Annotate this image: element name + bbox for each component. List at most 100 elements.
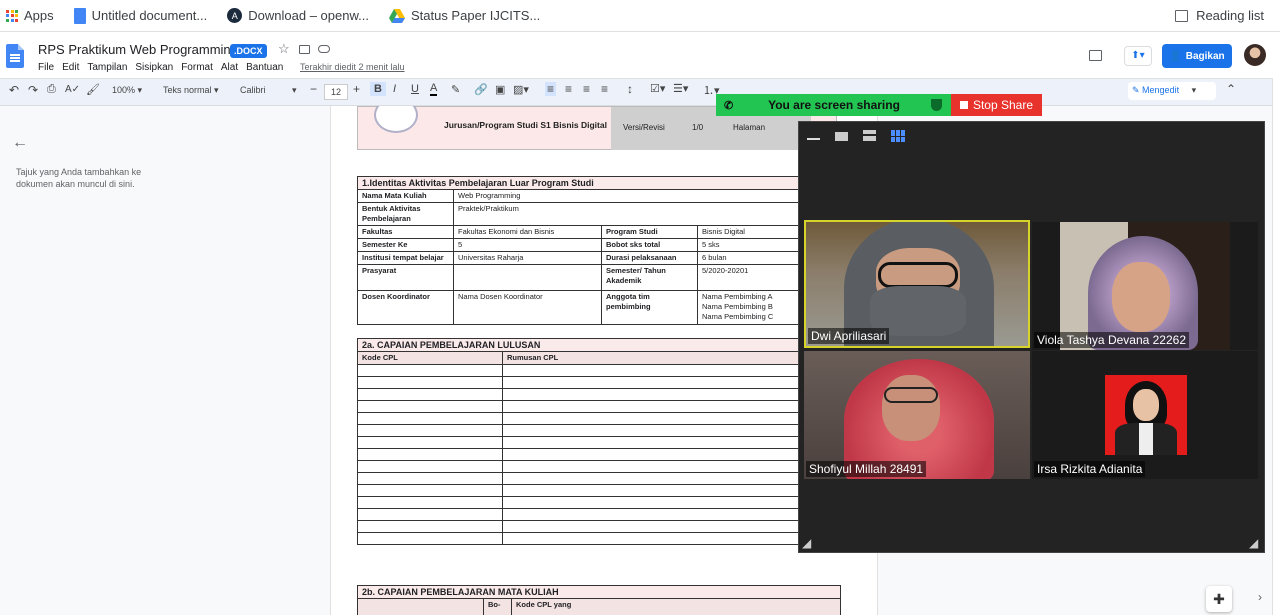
row-key: Prasyarat: [357, 264, 454, 291]
table-row: Prasyarat Semester/ Tahun Akademik 5/2020-…: [357, 264, 807, 291]
underline-icon[interactable]: U: [411, 83, 419, 95]
row-key-2: Durasi pelaksanaan: [601, 251, 698, 265]
strip-view-icon[interactable]: [863, 130, 876, 141]
document-page[interactable]: Jurusan/Program Studi S1 Bisnis Digital …: [330, 106, 878, 615]
checklist-icon[interactable]: ☑▾: [650, 82, 665, 95]
back-arrow-icon[interactable]: ←: [12, 134, 28, 152]
gallery-view-icon[interactable]: [891, 130, 905, 142]
participant-tile[interactable]: Irsa Rizkita Adianita: [1032, 351, 1258, 479]
font-select[interactable]: Calibri ▾: [240, 85, 300, 95]
menu-view[interactable]: Tampilan: [87, 62, 127, 73]
apps-grid-icon: [6, 9, 18, 22]
version-value: 1/0: [692, 123, 704, 132]
zoom-select[interactable]: 100% ▾: [112, 85, 142, 96]
row-value-2: 6 bulan: [697, 251, 807, 265]
text-color-icon[interactable]: A: [430, 82, 438, 96]
comment-history-icon[interactable]: [1089, 50, 1102, 61]
font-value: Calibri: [240, 85, 266, 95]
present-button[interactable]: ⬆▾: [1124, 46, 1152, 66]
redo-icon[interactable]: ↷: [28, 83, 38, 97]
cloud-status-icon[interactable]: [318, 45, 330, 53]
reading-list-button[interactable]: Reading list: [1175, 8, 1264, 23]
table-row: Semester Ke 5 Bobot sks total 5 sks: [357, 238, 807, 252]
bullet-list-icon[interactable]: ☰▾: [673, 82, 688, 95]
align-left-icon[interactable]: ≡: [545, 82, 557, 96]
increase-font-size-icon[interactable]: +: [353, 82, 360, 96]
drive-icon: [388, 8, 405, 23]
participant-tile[interactable]: Viola Tashya Devana 22262: [1032, 222, 1258, 350]
scroll-right-icon[interactable]: ›: [1258, 590, 1262, 604]
section1-title: 1.Identitas Aktivitas Pembelajaran Luar …: [357, 176, 807, 190]
bold-icon[interactable]: B: [370, 82, 386, 96]
row-value: Nama Dosen Koordinator: [453, 290, 602, 325]
spellcheck-icon[interactable]: A✓: [65, 84, 80, 95]
italic-icon[interactable]: I: [393, 83, 396, 95]
bookmarks-bar: Apps Untitled document... A Download – o…: [0, 0, 1280, 32]
highlight-icon[interactable]: ✎: [451, 83, 460, 96]
document-title[interactable]: RPS Praktikum Web Programming: [38, 42, 238, 57]
paint-format-icon[interactable]: 🖌: [86, 83, 100, 96]
bookmark-download-openwrt[interactable]: A Download – openw...: [227, 8, 369, 23]
table-row: Institusi tempat belajar Universitas Raha…: [357, 251, 807, 265]
align-center-icon[interactable]: ≡: [565, 82, 572, 96]
minimize-icon[interactable]: [807, 138, 820, 140]
side-panel-strip: [1272, 78, 1280, 615]
table-row: [357, 508, 807, 521]
bookmark-untitled-document[interactable]: Untitled document...: [73, 7, 207, 24]
menu-file[interactable]: File: [38, 62, 54, 73]
speaker-view-icon[interactable]: [835, 132, 848, 141]
table-row: [357, 376, 807, 389]
link-icon[interactable]: 🔗: [474, 83, 488, 96]
row-key: Semester Ke: [357, 238, 454, 252]
font-size-input[interactable]: 12: [324, 84, 348, 100]
avatar[interactable]: [1244, 44, 1266, 66]
align-justify-icon[interactable]: ≡: [601, 82, 608, 96]
star-icon[interactable]: ☆: [278, 41, 290, 57]
share-button[interactable]: 👤 Bagikan: [1162, 44, 1232, 68]
table-row: [357, 400, 807, 413]
undo-icon[interactable]: ↶: [9, 83, 19, 97]
participant-name: Shofiyul Millah 28491: [806, 461, 927, 477]
align-right-icon[interactable]: ≡: [583, 82, 590, 96]
table-row: [357, 460, 807, 473]
table-row: [357, 436, 807, 449]
bookmark-apps[interactable]: Apps: [6, 8, 54, 23]
participant-tile[interactable]: Dwi Apriliasari: [804, 220, 1030, 348]
style-select[interactable]: Teks normal ▾: [163, 85, 219, 96]
line-spacing-icon[interactable]: ↕: [627, 82, 633, 96]
image-icon[interactable]: ▨▾: [513, 83, 529, 96]
resize-handle-icon[interactable]: ◢: [802, 536, 811, 550]
resize-handle-icon[interactable]: ◢: [1249, 536, 1258, 550]
column-header: Kode CPL yang: [511, 598, 841, 615]
menu-format[interactable]: Format: [181, 62, 213, 73]
bookmark-label: Download – openw...: [248, 8, 369, 23]
menu-tools[interactable]: Alat: [221, 62, 238, 73]
last-edit-link[interactable]: Terakhir diedit 2 menit lalu: [300, 62, 405, 72]
row-value-2: Nama Pembimbing A Nama Pembimbing B Nama…: [697, 290, 807, 325]
screen-sharing-banner[interactable]: ✆ You are screen sharing: [716, 94, 952, 116]
glasses: [884, 387, 938, 403]
move-folder-icon[interactable]: [299, 45, 310, 54]
collapse-toolbar-icon[interactable]: ⌃: [1226, 82, 1236, 96]
comment-icon[interactable]: ▣: [495, 83, 505, 96]
menu-edit[interactable]: Edit: [62, 62, 79, 73]
row-value-2: Bisnis Digital: [697, 225, 807, 239]
row-key: Institusi tempat belajar: [357, 251, 454, 265]
row-key: Nama Mata Kuliah: [357, 189, 454, 203]
bookmark-label: Apps: [24, 8, 54, 23]
google-docs-logo-icon[interactable]: [6, 44, 24, 68]
print-icon[interactable]: ⎙: [47, 83, 56, 96]
menu-help[interactable]: Bantuan: [246, 62, 283, 73]
bookmark-status-paper[interactable]: Status Paper IJCITS...: [388, 8, 541, 23]
table-row: [357, 412, 807, 425]
decrease-font-size-icon[interactable]: −: [310, 82, 317, 96]
editing-mode-select[interactable]: ✎ Mengedit ▾: [1128, 82, 1216, 100]
table-header-row: Bo- Kode CPL yang: [357, 598, 841, 615]
row-value: 5: [453, 238, 602, 252]
bookmark-label: Status Paper IJCITS...: [410, 8, 541, 23]
zoom-value: 100%: [112, 85, 136, 95]
explore-button[interactable]: ✚: [1206, 586, 1232, 612]
menu-insert[interactable]: Sisipkan: [135, 62, 173, 73]
stop-share-button[interactable]: Stop Share: [951, 94, 1042, 116]
participant-tile[interactable]: Shofiyul Millah 28491: [804, 351, 1030, 479]
